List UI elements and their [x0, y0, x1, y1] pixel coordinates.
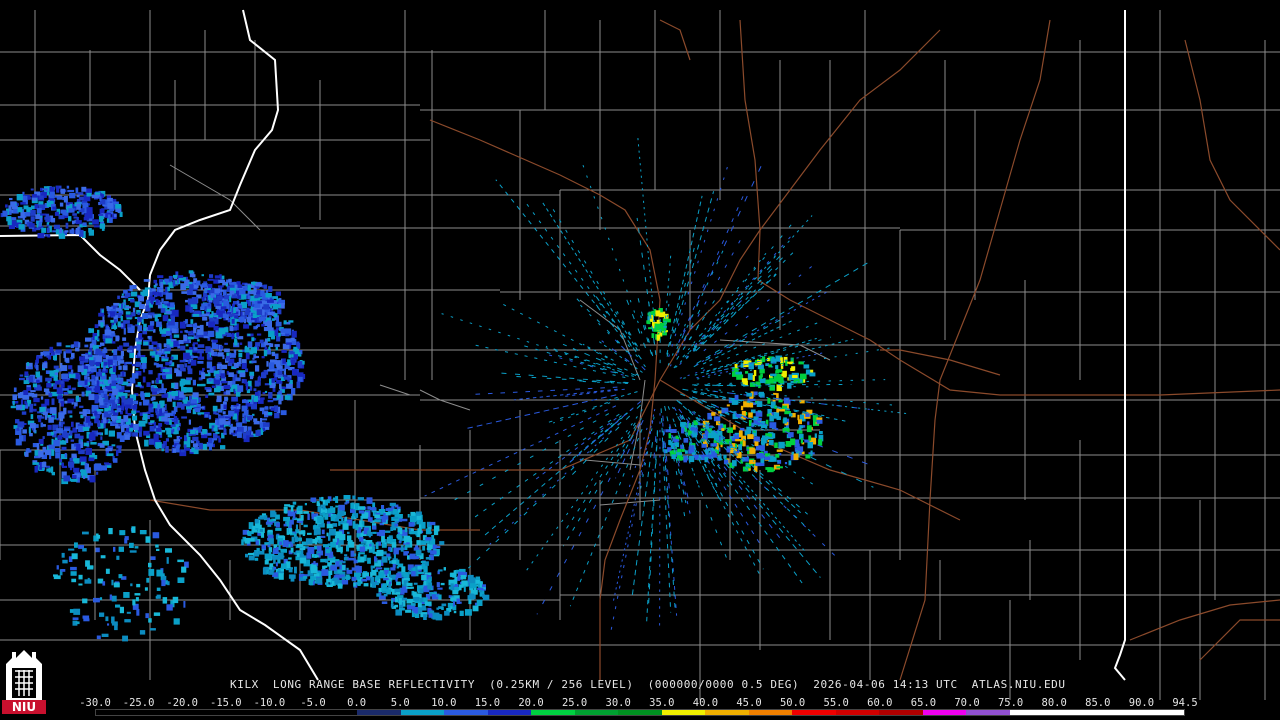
scale-label: 40.0 — [692, 697, 719, 709]
scale-label: -10.0 — [253, 697, 286, 709]
scale-swatch — [357, 710, 401, 715]
scale-label: 85.0 — [1085, 697, 1111, 709]
scale-label: 94.5 — [1172, 697, 1198, 709]
scale-label: 0.0 — [347, 697, 367, 709]
scale-label: -25.0 — [122, 697, 155, 709]
scale-label: 90.0 — [1128, 697, 1155, 709]
scale-swatch — [966, 710, 1010, 715]
scale-swatch — [618, 710, 662, 715]
scale-swatch — [96, 710, 140, 715]
scale-label: -20.0 — [166, 697, 198, 709]
scale-swatch — [183, 710, 227, 715]
scale-swatch — [1009, 710, 1054, 715]
scale-label: 80.0 — [1041, 697, 1067, 709]
scale-label: 20.0 — [518, 697, 544, 709]
scale-label: 70.0 — [954, 697, 980, 709]
scale-label: 45.0 — [736, 697, 762, 709]
scale-label: -15.0 — [209, 697, 242, 709]
radar-map — [0, 9, 1280, 700]
scale-swatch — [531, 710, 575, 715]
scale-label: 50.0 — [779, 697, 806, 709]
logo-text: NIU — [2, 700, 46, 714]
scale-swatch — [835, 710, 880, 715]
scale-swatch — [313, 710, 358, 715]
volume-info: (000000/0000 0.5 DEG) — [647, 678, 800, 691]
scale-label: -30.0 — [79, 697, 111, 709]
scale-label: 30.0 — [605, 697, 631, 709]
scale-label: 10.0 — [431, 697, 457, 709]
resolution: (0.25KM / 256 LEVEL) — [489, 678, 634, 691]
scale-label: 25.0 — [561, 697, 588, 709]
scale-swatch — [1096, 710, 1141, 715]
color-scale-bar — [95, 709, 1185, 716]
scale-swatch — [226, 710, 271, 715]
scale-label: 65.0 — [910, 697, 937, 709]
scale-label: 15.0 — [474, 697, 501, 709]
scale-swatch — [487, 710, 532, 715]
scale-swatch — [922, 710, 967, 715]
scale-swatch — [748, 710, 793, 715]
scale-swatch — [574, 710, 619, 715]
scale-swatch — [400, 710, 445, 715]
scale-swatch — [661, 710, 706, 715]
scale-label: -5.0 — [300, 697, 326, 709]
scale-swatch — [139, 710, 184, 715]
scale-swatch — [444, 710, 488, 715]
scale-swatch — [879, 710, 923, 715]
scale-swatch — [1053, 710, 1097, 715]
scale-swatch — [1140, 710, 1184, 715]
scale-label: 75.0 — [997, 697, 1024, 709]
product-name: LONG RANGE BASE REFLECTIVITY — [272, 678, 476, 691]
scale-swatch — [705, 710, 749, 715]
scale-label: 5.0 — [390, 697, 410, 709]
timestamp: 2026-04-06 14:13 UTC — [813, 678, 958, 691]
scale-label: 35.0 — [649, 697, 675, 709]
scale-label: 60.0 — [867, 697, 893, 709]
scale-swatch — [792, 710, 836, 715]
scale-swatch — [270, 710, 314, 715]
source-url: ATLAS.NIU.EDU — [971, 678, 1066, 691]
product-caption: KILX LONG RANGE BASE REFLECTIVITY (0.25KM … — [230, 678, 1080, 691]
color-scale-labels: -30.0 -25.0 -20.0 -15.0 -10.0 -5.0 0.0 5.0 10.0 1… — [79, 697, 1198, 709]
scale-label: 55.0 — [823, 697, 849, 709]
radar-site: KILX — [230, 678, 259, 691]
